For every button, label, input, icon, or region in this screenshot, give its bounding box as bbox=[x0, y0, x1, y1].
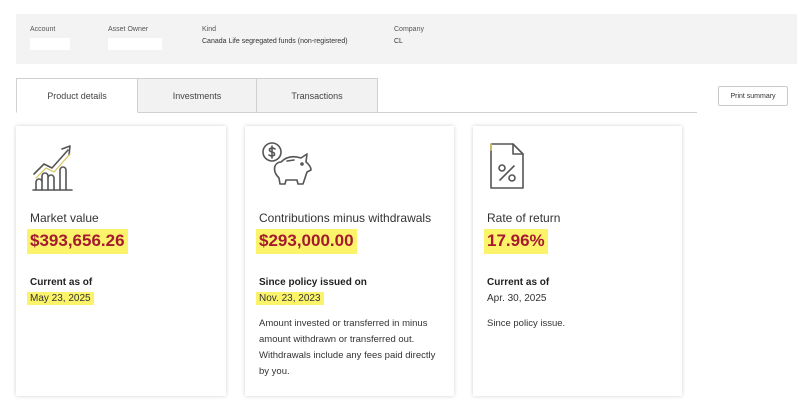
contributions-date-label: Since policy issued on bbox=[259, 277, 367, 288]
company-label: Company bbox=[394, 26, 424, 33]
company-value: CL bbox=[394, 38, 403, 45]
rate-of-return-title: Rate of return bbox=[487, 211, 561, 225]
tab-product-details[interactable]: Product details bbox=[16, 78, 138, 113]
asset-owner-value-redacted bbox=[108, 38, 162, 50]
asset-owner-label: Asset Owner bbox=[108, 26, 149, 33]
kind-value: Canada Life segregated funds (non-regist… bbox=[202, 38, 348, 45]
tab-investments[interactable]: Investments bbox=[137, 78, 257, 112]
company-field: Company CL bbox=[394, 26, 424, 45]
market-value-card: Market value $393,656.26 Current as of M… bbox=[16, 126, 226, 396]
rate-of-return-value: 17.96% bbox=[484, 229, 548, 254]
percent-document-icon bbox=[487, 140, 527, 197]
contributions-amount: $293,000.00 bbox=[256, 229, 357, 254]
kind-label: Kind bbox=[202, 26, 217, 33]
contributions-card: Contributions minus withdrawals $293,000… bbox=[245, 126, 454, 396]
market-value-title: Market value bbox=[30, 211, 99, 225]
rate-of-return-note: Since policy issue. bbox=[487, 318, 566, 329]
account-label: Account bbox=[30, 26, 56, 33]
account-field: Account bbox=[30, 26, 70, 50]
kind-field: Kind Canada Life segregated funds (non-r… bbox=[202, 26, 348, 45]
print-summary-button[interactable]: Print summary bbox=[718, 86, 788, 106]
market-value-amount: $393,656.26 bbox=[27, 229, 128, 254]
tab-bar: Product details Investments Transactions bbox=[16, 78, 697, 113]
market-value-date: May 23, 2025 bbox=[27, 292, 94, 305]
asset-owner-field: Asset Owner bbox=[108, 26, 162, 50]
policy-header: Account Asset Owner Kind Canada Life seg… bbox=[16, 14, 797, 64]
growth-chart-icon bbox=[30, 140, 82, 199]
piggy-bank-icon bbox=[259, 140, 315, 197]
contributions-title: Contributions minus withdrawals bbox=[259, 211, 432, 225]
rate-of-return-date: Apr. 30, 2025 bbox=[487, 293, 547, 304]
rate-of-return-date-label: Current as of bbox=[487, 277, 550, 288]
rate-of-return-card: Rate of return 17.96% Current as of Apr.… bbox=[473, 126, 682, 396]
account-value-redacted bbox=[30, 38, 70, 50]
contributions-date: Nov. 23, 2023 bbox=[256, 292, 324, 305]
tab-transactions[interactable]: Transactions bbox=[256, 78, 378, 112]
market-value-date-label: Current as of bbox=[30, 277, 93, 288]
contributions-note: Amount invested or transferred in minus … bbox=[259, 318, 436, 377]
